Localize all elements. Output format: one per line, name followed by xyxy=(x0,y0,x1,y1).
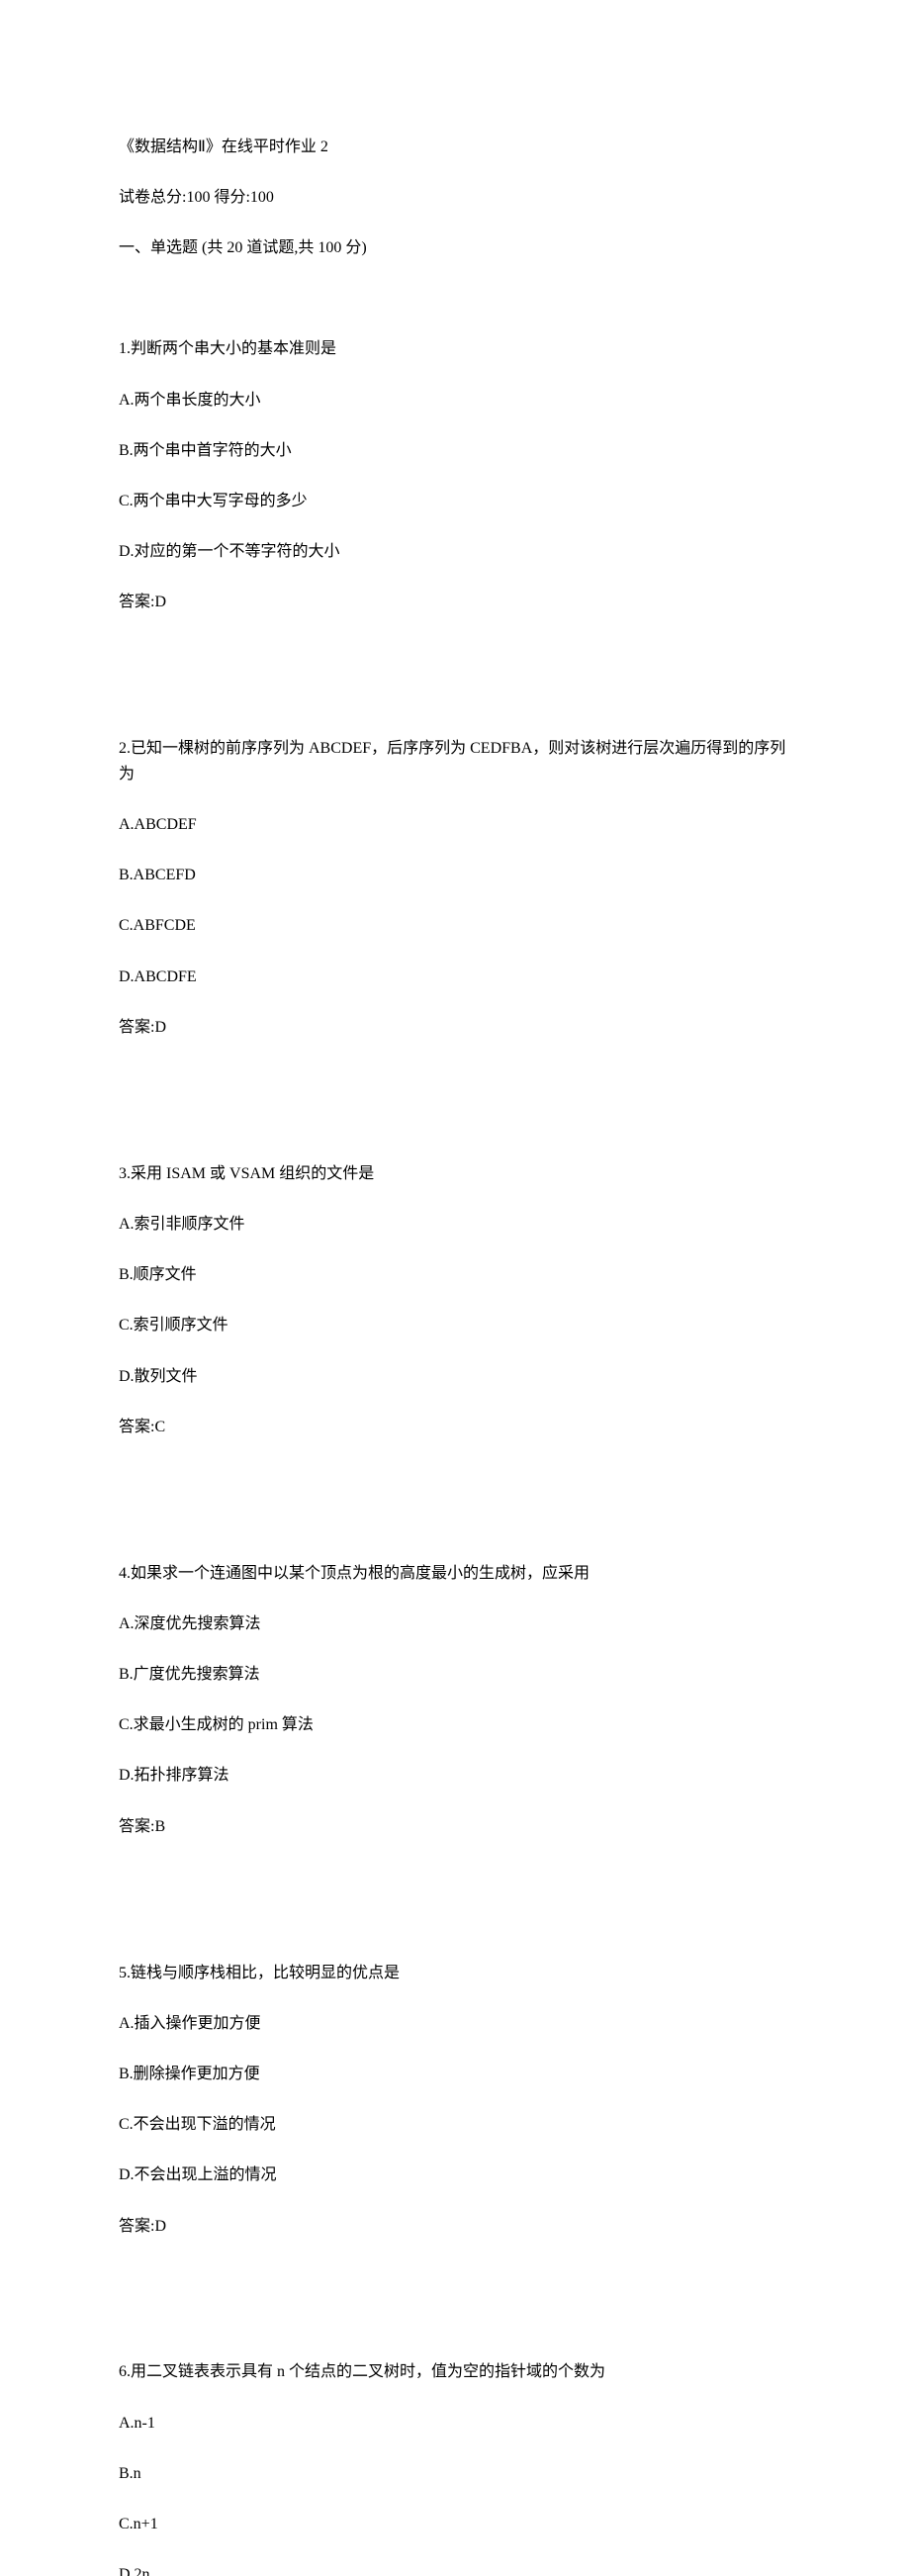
option-a: A.插入操作更加方便 xyxy=(119,2011,791,2037)
option-c: C.索引顺序文件 xyxy=(119,1313,791,1338)
question-prompt: 3.采用 ISAM 或 VSAM 组织的文件是 xyxy=(119,1161,791,1187)
option-a: A.ABCDEF xyxy=(119,812,791,838)
question-6: 6.用二叉链表表示具有 n 个结点的二叉树时，值为空的指针域的个数为 A.n-1… xyxy=(119,2335,791,2576)
question-2: 2.已知一棵树的前序序列为 ABCDEF，后序序列为 CEDFBA，则对该树进行… xyxy=(119,711,791,1065)
answer: 答案:C xyxy=(119,1415,791,1440)
option-c: C.n+1 xyxy=(119,2512,791,2537)
page-title: 《数据结构Ⅱ》在线平时作业 2 xyxy=(119,135,791,160)
option-a: A.两个串长度的大小 xyxy=(119,388,791,414)
option-a: A.索引非顺序文件 xyxy=(119,1212,791,1238)
option-d: D.对应的第一个不等字符的大小 xyxy=(119,539,791,565)
question-prompt: 6.用二叉链表表示具有 n 个结点的二叉树时，值为空的指针域的个数为 xyxy=(119,2359,791,2385)
option-b: B.删除操作更加方便 xyxy=(119,2062,791,2087)
question-3: 3.采用 ISAM 或 VSAM 组织的文件是 A.索引非顺序文件 B.顺序文件… xyxy=(119,1136,791,1465)
score-line: 试卷总分:100 得分:100 xyxy=(119,185,791,211)
option-b: B.两个串中首字符的大小 xyxy=(119,438,791,464)
question-prompt: 2.已知一棵树的前序序列为 ABCDEF，后序序列为 CEDFBA，则对该树进行… xyxy=(119,736,791,786)
question-1: 1.判断两个串大小的基本准则是 A.两个串长度的大小 B.两个串中首字符的大小 … xyxy=(119,312,791,641)
document-content: 《数据结构Ⅱ》在线平时作业 2 试卷总分:100 得分:100 一、单选题 (共… xyxy=(119,109,791,2576)
answer: 答案:D xyxy=(119,2214,791,2240)
option-d: D.ABCDFE xyxy=(119,965,791,990)
option-a: A.深度优先搜索算法 xyxy=(119,1611,791,1637)
section-header: 一、单选题 (共 20 道试题,共 100 分) xyxy=(119,235,791,261)
option-c: C.两个串中大写字母的多少 xyxy=(119,489,791,514)
option-b: B.顺序文件 xyxy=(119,1262,791,1288)
question-prompt: 5.链栈与顺序栈相比，比较明显的优点是 xyxy=(119,1961,791,1986)
answer: 答案:D xyxy=(119,1015,791,1041)
question-prompt: 4.如果求一个连通图中以某个顶点为根的高度最小的生成树，应采用 xyxy=(119,1561,791,1587)
option-b: B.n xyxy=(119,2461,791,2487)
option-d: D.不会出现上溢的情况 xyxy=(119,2162,791,2188)
option-c: C.ABFCDE xyxy=(119,913,791,939)
option-d: D.散列文件 xyxy=(119,1364,791,1390)
option-a: A.n-1 xyxy=(119,2411,791,2437)
answer: 答案:B xyxy=(119,1814,791,1840)
option-b: B.ABCEFD xyxy=(119,863,791,888)
option-d: D.拓扑排序算法 xyxy=(119,1763,791,1789)
option-b: B.广度优先搜索算法 xyxy=(119,1662,791,1688)
option-c: C.求最小生成树的 prim 算法 xyxy=(119,1712,791,1738)
question-5: 5.链栈与顺序栈相比，比较明显的优点是 A.插入操作更加方便 B.删除操作更加方… xyxy=(119,1935,791,2264)
option-c: C.不会出现下溢的情况 xyxy=(119,2112,791,2138)
question-prompt: 1.判断两个串大小的基本准则是 xyxy=(119,336,791,362)
option-d: D.2n xyxy=(119,2562,791,2576)
answer: 答案:D xyxy=(119,590,791,615)
question-4: 4.如果求一个连通图中以某个顶点为根的高度最小的生成树，应采用 A.深度优先搜索… xyxy=(119,1535,791,1865)
